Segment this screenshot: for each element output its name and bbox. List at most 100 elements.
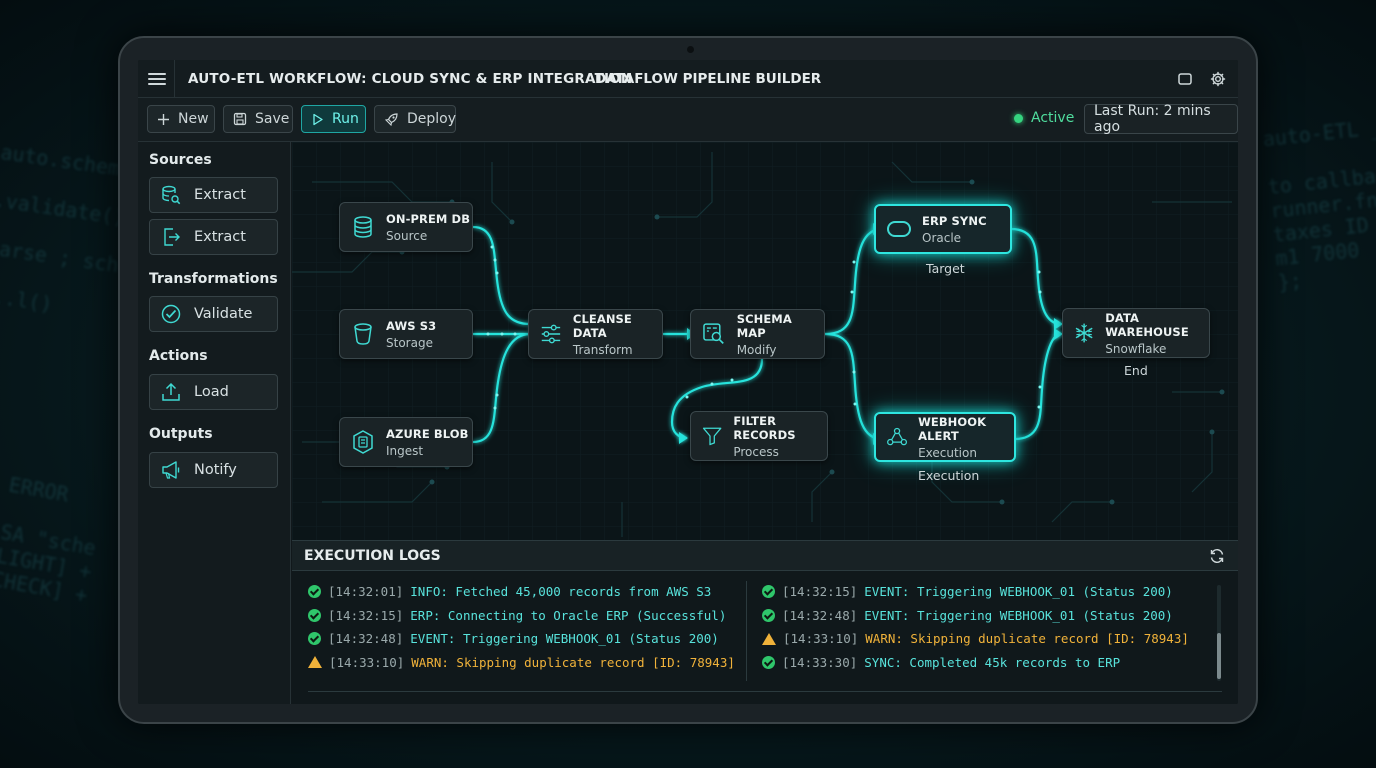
log-message: ERP: Connecting to Oracle ERP (Successfu…	[410, 607, 727, 623]
node-text: ON-PREM DB Source	[386, 212, 470, 243]
filter-icon	[702, 427, 722, 446]
success-check-icon	[762, 585, 775, 598]
log-timestamp: [14:32:01]	[328, 584, 404, 599]
section-sources: Sources	[149, 152, 212, 168]
node-text: SCHEMA MAP Modify	[737, 312, 824, 357]
sidebar-item-label: Validate	[194, 306, 253, 322]
window-maximize-icon[interactable]	[1177, 71, 1193, 87]
database-icon	[354, 216, 372, 238]
node-schema-map[interactable]: SCHEMA MAP Modify	[690, 309, 825, 359]
status-label: Active	[1031, 110, 1075, 126]
save-button[interactable]: Save	[223, 105, 293, 133]
node-aws-s3[interactable]: AWS S3 Storage	[339, 309, 473, 359]
snowflake-icon	[1075, 323, 1093, 343]
log-timestamp: [14:32:15]	[328, 607, 404, 623]
node-title: SCHEMA MAP	[736, 311, 792, 340]
rocket-icon	[384, 112, 398, 126]
pipeline-canvas[interactable]: ON-PREM DB Source AWS S3 Storage AZURE BLO…	[292, 142, 1238, 540]
node-caption-target: Target	[926, 261, 965, 276]
section-transformations: Transformations	[149, 271, 278, 287]
log-message: WARN: Skipping duplicate record [ID: 789…	[411, 654, 735, 670]
node-erp-sync[interactable]: ERP SYNC Oracle	[874, 204, 1012, 254]
sidebar-item-notify[interactable]: Notify	[149, 452, 278, 488]
log-message: EVENT: Triggering WEBHOOK_01 (Status 200…	[864, 607, 1173, 623]
node-filter-records[interactable]: FILTER RECORDS Process	[690, 411, 828, 461]
node-subtitle: Oracle	[922, 230, 962, 245]
node-subtitle: Source	[386, 228, 428, 243]
node-title: ON-PREM DB	[386, 211, 471, 226]
section-actions: Actions	[149, 348, 208, 364]
divider	[174, 60, 175, 98]
node-title: ERP SYNC	[922, 213, 987, 228]
node-azure-blob[interactable]: AZURE BLOB Ingest	[339, 417, 473, 467]
deploy-button[interactable]: Deploy	[374, 105, 456, 133]
log-scrollbar-thumb[interactable]	[1217, 633, 1221, 679]
log-footer-line	[308, 691, 1222, 692]
node-webhook-alert[interactable]: WEBHOOK ALERT Execution	[874, 412, 1016, 462]
sidebar-item-validate[interactable]: Validate	[149, 296, 278, 332]
log-message: EVENT: Triggering WEBHOOK_01 (Status 200…	[864, 584, 1173, 599]
node-title: WEBHOOK ALERT	[918, 414, 987, 443]
hamburger-menu-icon[interactable]	[148, 70, 166, 88]
refresh-icon[interactable]	[1209, 548, 1225, 564]
log-entry: [14:32:48] EVENT: Triggering WEBHOOK_01 (…	[308, 631, 719, 646]
node-title: FILTER RECORDS	[733, 413, 796, 442]
log-entry: [14:33:10] WARN: Skipping duplicate recor…	[762, 631, 1189, 646]
sidebar-item-label: Notify	[194, 462, 237, 478]
log-message: EVENT: Triggering WEBHOOK_01 (Status 200…	[410, 631, 719, 646]
background-code: auto-ETL _ to callback runner.fn taxes ID m1…	[1261, 114, 1376, 295]
success-check-icon	[762, 655, 775, 669]
node-text: ERP SYNC Oracle	[922, 214, 987, 245]
sidebar-item-extract-db[interactable]: Extract	[149, 177, 278, 213]
sliders-icon	[541, 324, 561, 344]
save-icon	[233, 112, 247, 126]
camera	[687, 46, 694, 53]
node-on-prem-db[interactable]: ON-PREM DB Source	[339, 202, 473, 252]
node-data-warehouse[interactable]: DATA WAREHOUSE Snowflake	[1062, 308, 1210, 358]
node-caption-end: End	[1124, 363, 1148, 378]
megaphone-icon	[162, 461, 180, 479]
toolbar: New Save Run Deploy Active Last Run: 2 m…	[138, 98, 1238, 142]
log-entry: [14:32:15] EVENT: Triggering WEBHOOK_01 (…	[762, 584, 1173, 599]
node-cleanse-data[interactable]: CLEANSE DATA Transform	[528, 309, 663, 359]
log-entry: [14:32:15] ERP: Connecting to Oracle ERP …	[308, 608, 726, 623]
sidebar-item-label: Extract	[194, 229, 246, 245]
sidebar: Sources Extract Extract Transformations …	[138, 142, 291, 704]
node-text: AZURE BLOB Ingest	[386, 427, 469, 458]
gear-icon[interactable]	[1210, 71, 1226, 87]
node-text: WEBHOOK ALERT Execution	[918, 415, 1014, 460]
new-label: New	[178, 111, 209, 127]
success-check-icon	[308, 632, 321, 645]
save-label: Save	[255, 111, 290, 127]
log-entry: [14:33:10] WARN: Skipping duplicate recor…	[308, 655, 735, 670]
node-subtitle: Process	[733, 444, 779, 459]
node-title: AWS S3	[386, 318, 437, 333]
export-icon	[164, 228, 180, 246]
node-subtitle: Modify	[736, 342, 777, 357]
run-label: Run	[332, 111, 359, 127]
sidebar-item-extract-file[interactable]: Extract	[149, 219, 278, 255]
node-subtitle: Storage	[386, 335, 433, 350]
new-button[interactable]: New	[147, 105, 215, 133]
play-icon	[313, 113, 323, 125]
bucket-icon	[354, 323, 372, 345]
warning-icon	[308, 656, 322, 668]
sidebar-item-load[interactable]: Load	[149, 374, 278, 410]
sidebar-item-label: Load	[194, 384, 229, 400]
app-name: DATAFLOW PIPELINE BUILDER	[595, 71, 822, 87]
node-subtitle: Transform	[572, 342, 633, 357]
node-subtitle: Ingest	[386, 443, 424, 458]
node-subtitle: Snowflake	[1105, 341, 1167, 356]
node-title: AZURE BLOB	[386, 426, 469, 441]
log-message: SYNC: Completed 45k records to ERP	[864, 654, 1121, 670]
webhook-icon	[887, 427, 908, 446]
log-timestamp: [14:33:10]	[783, 631, 859, 646]
run-button[interactable]: Run	[301, 105, 366, 133]
log-entry: [14:32:01] INFO: Fetched 45,000 records f…	[308, 584, 711, 599]
log-message: INFO: Fetched 45,000 records from AWS S3	[410, 584, 712, 599]
execution-logs-panel: EXECUTION LOGS [14:32:01] INFO: Fetched 4…	[292, 540, 1238, 704]
log-scrollbar[interactable]	[1217, 585, 1221, 681]
log-timestamp: [14:32:48]	[328, 631, 404, 646]
log-message: WARN: Skipping duplicate record [ID: 789…	[865, 631, 1189, 646]
node-text: CLEANSE DATA Transform	[573, 312, 662, 357]
